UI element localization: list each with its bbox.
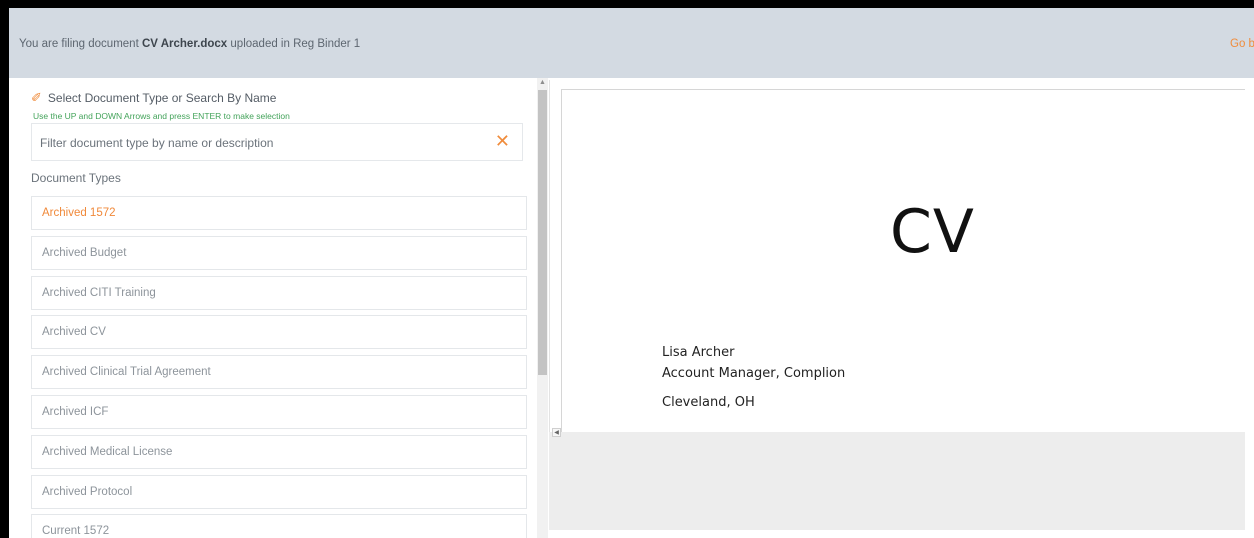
doc-type-list: Archived 1572 Archived Budget Archived C… xyxy=(31,196,527,538)
document-type-panel: ✐ Select Document Type or Search By Name… xyxy=(9,78,549,538)
doc-type-item[interactable]: Archived ICF xyxy=(31,394,527,429)
scrollbar-thumb[interactable] xyxy=(538,90,547,375)
doc-type-item[interactable]: Current 1572 xyxy=(31,514,527,538)
filing-message: You are filing document CV Archer.docx u… xyxy=(19,38,360,50)
preview-role: Account Manager, Complion xyxy=(662,366,846,381)
scroll-up-arrow-icon[interactable]: ▲ xyxy=(539,79,546,86)
vertical-scrollbar[interactable]: ▲ xyxy=(537,78,548,538)
filter-box: ✕ xyxy=(31,123,523,161)
filing-prefix: You are filing document xyxy=(19,38,139,50)
doc-types-label: Document Types xyxy=(31,171,121,185)
close-icon[interactable]: ✕ xyxy=(495,131,510,151)
filter-input[interactable] xyxy=(40,134,460,152)
filing-filename: CV Archer.docx xyxy=(141,38,228,50)
preview-name: Lisa Archer xyxy=(662,345,735,360)
doc-type-item[interactable]: Archived Protocol xyxy=(31,474,527,509)
doc-type-item[interactable]: Archived CV xyxy=(31,315,527,350)
filing-banner: You are filing document CV Archer.docx u… xyxy=(9,8,1254,78)
doc-type-item[interactable]: Archived Clinical Trial Agreement xyxy=(31,355,527,390)
selector-heading: ✐ Select Document Type or Search By Name xyxy=(31,90,276,106)
preview-location: Cleveland, OH xyxy=(662,395,755,410)
selector-hint: Use the UP and DOWN Arrows and press ENT… xyxy=(33,111,290,121)
go-back-link[interactable]: Go back xyxy=(1230,38,1254,50)
doc-type-item[interactable]: Archived 1572 xyxy=(31,196,527,230)
edit-pencil-icon: ✐ xyxy=(31,90,42,105)
selector-heading-label: Select Document Type or Search By Name xyxy=(47,91,277,105)
preview-title: CV xyxy=(890,197,975,267)
scroll-left-arrow-icon[interactable]: ◀ xyxy=(552,428,561,437)
doc-type-item[interactable]: Archived Budget xyxy=(31,235,527,270)
doc-type-item[interactable]: Archived Medical License xyxy=(31,434,527,469)
filing-suffix: uploaded in Reg Binder 1 xyxy=(230,38,361,50)
doc-type-item[interactable]: Archived CITI Training xyxy=(31,275,527,310)
